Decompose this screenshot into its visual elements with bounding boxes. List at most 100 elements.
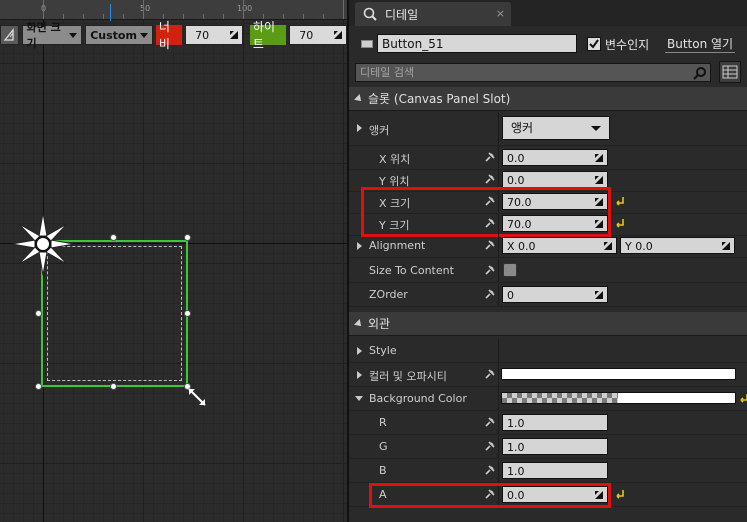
property-background-color: Background Color [349, 387, 747, 411]
binding-icon[interactable] [484, 264, 496, 276]
b-input[interactable]: 1.0 [502, 462, 608, 479]
reset-to-default-icon[interactable] [739, 393, 747, 403]
alignment-x-value: X 0.0 [507, 240, 536, 253]
search-box[interactable] [355, 63, 711, 82]
g-input[interactable]: 1.0 [502, 438, 608, 455]
binding-icon[interactable] [484, 288, 496, 300]
binding-icon[interactable] [484, 416, 496, 428]
ruler-label-50: 50 [140, 4, 151, 13]
designer-toolbar: 화면 크기 Custom 너비 70 하이트 70 [0, 20, 347, 51]
reset-to-default-icon[interactable] [615, 218, 625, 228]
r-input[interactable]: 1.0 [502, 414, 608, 431]
category-appearance-header[interactable]: 외관 [349, 312, 747, 336]
y-position-input[interactable]: 0.0 [502, 171, 608, 188]
property-color-g: G 1.0 [349, 435, 747, 459]
resize-handle-top-right[interactable] [184, 234, 191, 241]
is-variable-checkbox[interactable] [587, 37, 601, 51]
screen-size-dropdown[interactable]: 화면 크기 [21, 21, 83, 50]
resize-corner-icon [595, 291, 603, 299]
chevron-down-icon [69, 32, 78, 38]
property-x-position: X 위치 0.0 [349, 146, 747, 170]
magnifier-details-icon [363, 7, 377, 21]
expand-arrow-icon[interactable] [357, 242, 362, 250]
designer-viewport[interactable]: 0 50 100 화면 크기 Cust [0, 0, 347, 522]
zorder-label: ZOrder [369, 288, 408, 301]
binding-icon[interactable] [484, 217, 496, 229]
anchor-flower-icon[interactable] [10, 211, 76, 277]
search-icon [693, 67, 706, 80]
size-to-content-checkbox[interactable] [503, 263, 517, 277]
property-anchor: 앵커 앵커 [349, 112, 747, 146]
width-input[interactable]: 70 [185, 25, 243, 45]
resize-corner-icon [334, 31, 342, 39]
a-input[interactable]: 0.0 [502, 486, 608, 503]
view-options-button[interactable] [719, 61, 741, 83]
background-color-swatch[interactable] [501, 392, 736, 404]
binding-icon[interactable] [484, 488, 496, 500]
height-input[interactable]: 70 [289, 25, 347, 45]
resize-handle-bottom-left[interactable] [35, 383, 42, 390]
resize-corner-icon [595, 491, 603, 499]
reset-to-default-icon[interactable] [615, 196, 625, 206]
binding-icon[interactable] [484, 239, 496, 251]
resize-corner-icon [595, 154, 603, 162]
binding-icon[interactable] [484, 173, 496, 185]
anchor-label: 앵커 [369, 124, 390, 137]
checkmark-icon [589, 39, 599, 49]
y-size-input[interactable]: 70.0 [502, 215, 608, 232]
binding-icon[interactable] [484, 195, 496, 207]
anchor-dropdown[interactable]: 앵커 [502, 116, 610, 140]
y-size-value: 70.0 [507, 218, 532, 231]
is-variable-label: 변수인지 [605, 38, 650, 52]
alignment-x-input[interactable]: X 0.0 [502, 237, 617, 254]
search-input[interactable] [356, 64, 686, 81]
category-slot-header[interactable]: 슬롯 (Canvas Panel Slot) [349, 87, 747, 111]
reset-to-default-icon[interactable] [615, 489, 625, 499]
close-icon[interactable]: × [496, 7, 505, 20]
grid-view-icon [722, 65, 738, 79]
color-opacity-swatch[interactable] [501, 368, 736, 380]
alignment-y-input[interactable]: Y 0.0 [620, 237, 735, 254]
x-position-value: 0.0 [507, 152, 525, 165]
color-opacity-label: 컬러 및 오파시티 [369, 370, 447, 383]
x-size-label: X 크기 [379, 197, 411, 210]
expand-arrow-icon[interactable] [357, 124, 362, 132]
binding-icon[interactable] [484, 151, 496, 163]
zorder-input[interactable]: 0 [502, 286, 608, 303]
size-to-content-label: Size To Content [369, 264, 454, 277]
property-zorder: ZOrder 0 [349, 283, 747, 307]
a-value: 0.0 [507, 489, 525, 502]
r-label: R [379, 416, 387, 429]
y-size-label: Y 크기 [379, 219, 410, 232]
binding-icon[interactable] [484, 368, 496, 380]
resize-handle-right[interactable] [184, 310, 191, 317]
x-size-input[interactable]: 70.0 [502, 193, 608, 210]
property-x-size: X 크기 70.0 [349, 190, 747, 214]
preset-dropdown[interactable]: Custom [85, 25, 153, 45]
g-label: G [379, 440, 388, 453]
resize-handle-bottom[interactable] [110, 383, 117, 390]
background-color-label: Background Color [369, 392, 467, 405]
property-y-size: Y 크기 70.0 [349, 212, 747, 236]
expand-arrow-icon[interactable] [357, 347, 362, 355]
details-panel: 디테일 × Button_51 변수인지 Button 열기 디테일 검색 슬롯… [347, 0, 747, 522]
resize-handle-left[interactable] [35, 310, 42, 317]
dpi-rule-button[interactable] [0, 25, 19, 45]
binding-icon[interactable] [484, 440, 496, 452]
resize-handle-top[interactable] [110, 234, 117, 241]
binding-icon[interactable] [484, 464, 496, 476]
ruler-label-100: 100 [237, 4, 253, 13]
screen-size-label: 화면 크기 [26, 21, 61, 50]
property-color-b: B 1.0 [349, 459, 747, 483]
x-size-value: 70.0 [507, 196, 532, 209]
resize-corner-icon [229, 31, 238, 39]
expand-arrow-icon[interactable] [355, 396, 363, 401]
widget-name-input[interactable]: Button_51 [377, 34, 577, 53]
x-position-input[interactable]: 0.0 [502, 149, 608, 166]
resize-corner-icon [595, 220, 603, 228]
resize-corner-icon [595, 198, 603, 206]
expand-arrow-icon[interactable] [357, 371, 362, 379]
height-value: 70 [299, 28, 314, 42]
tab-details[interactable]: 디테일 × [355, 2, 511, 26]
open-button-link[interactable]: Button 열기 [665, 35, 736, 53]
